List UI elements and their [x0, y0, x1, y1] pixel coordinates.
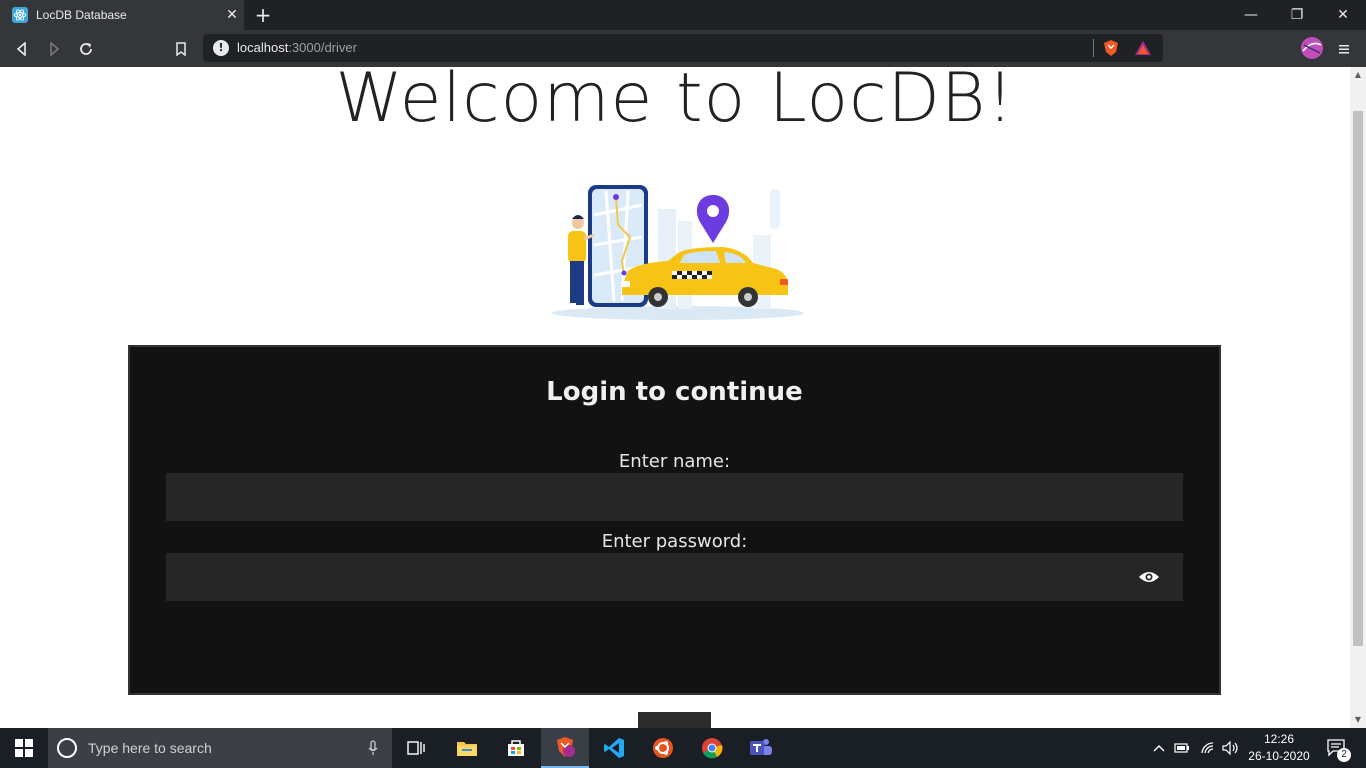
login-heading: Login to continue: [546, 377, 803, 407]
name-label: Enter name:: [618, 451, 731, 472]
microphone-icon[interactable]: [368, 740, 378, 756]
scroll-down-icon[interactable]: ▼: [1350, 712, 1366, 728]
show-password-icon[interactable]: [1137, 565, 1161, 589]
bookmark-icon[interactable]: [169, 37, 193, 61]
taxi-location-illustration: [552, 185, 804, 320]
ubuntu-icon[interactable]: [639, 728, 687, 768]
notification-count-badge: 2: [1337, 748, 1351, 762]
clock-time: 12:26: [1263, 732, 1295, 746]
microsoft-store-icon[interactable]: [492, 728, 540, 768]
address-bar[interactable]: ! localhost:3000/driver: [203, 34, 1163, 62]
minimize-button[interactable]: —: [1228, 0, 1274, 30]
new-tab-button[interactable]: +: [252, 4, 274, 26]
reload-icon[interactable]: [74, 37, 98, 61]
vs-code-icon[interactable]: [590, 728, 638, 768]
brave-rewards-icon[interactable]: [1134, 40, 1152, 60]
scroll-up-icon[interactable]: ▲: [1350, 67, 1366, 83]
windows-taskbar: Type here to search 12:26 26-10-2020 2: [0, 728, 1366, 768]
welcome-heading: Welcome to LocDB!: [335, 67, 1015, 138]
brave-shields-icon[interactable]: [1102, 39, 1120, 61]
password-label: Enter password:: [601, 531, 748, 552]
brave-browser-icon[interactable]: [541, 728, 589, 768]
task-view-icon[interactable]: [392, 728, 440, 768]
windows-logo-icon: [15, 739, 33, 757]
page-content: Welcome to LocDB! Login to continue Ente…: [0, 67, 1350, 728]
wifi-icon[interactable]: [1198, 728, 1218, 768]
profile-avatar[interactable]: [1300, 36, 1324, 60]
react-favicon-icon: [12, 7, 28, 23]
menu-icon[interactable]: [1332, 37, 1356, 61]
url-text[interactable]: localhost:3000/driver: [237, 40, 357, 55]
url-path: :3000/driver: [288, 40, 357, 55]
show-hidden-icons-icon[interactable]: [1150, 728, 1168, 768]
browser-tabbar: LocDB Database ✕ + — ❐ ✕: [0, 0, 1366, 30]
address-separator: [1093, 39, 1094, 57]
browser-tab[interactable]: LocDB Database ✕: [0, 0, 244, 30]
url-host: localhost: [237, 40, 289, 55]
battery-icon[interactable]: [1172, 728, 1192, 768]
chrome-icon[interactable]: [688, 728, 736, 768]
page-scrollbar[interactable]: ▲ ▼: [1350, 67, 1366, 728]
password-input[interactable]: [166, 553, 1183, 601]
back-icon[interactable]: [10, 37, 34, 61]
tab-title: LocDB Database: [36, 8, 127, 22]
tab-close-icon[interactable]: ✕: [220, 7, 244, 23]
cortana-icon: [57, 738, 77, 758]
scroll-thumb[interactable]: [1353, 111, 1363, 646]
volume-icon[interactable]: [1220, 728, 1242, 768]
site-info-icon[interactable]: !: [213, 40, 229, 56]
taskbar-search[interactable]: Type here to search: [48, 728, 392, 768]
search-placeholder: Type here to search: [88, 740, 212, 756]
clock-date: 26-10-2020: [1248, 749, 1310, 763]
name-input[interactable]: [166, 473, 1183, 521]
teams-icon[interactable]: [737, 728, 785, 768]
file-explorer-icon[interactable]: [443, 728, 491, 768]
notifications-icon[interactable]: 2: [1320, 728, 1354, 768]
start-button[interactable]: [0, 728, 48, 768]
system-clock[interactable]: 12:26 26-10-2020: [1244, 731, 1314, 765]
forward-icon[interactable]: [42, 37, 66, 61]
footer-tab: [638, 712, 711, 728]
restore-button[interactable]: ❐: [1274, 0, 1320, 30]
login-card: Login to continue Enter name: Enter pass…: [128, 345, 1221, 695]
close-window-button[interactable]: ✕: [1320, 0, 1366, 30]
